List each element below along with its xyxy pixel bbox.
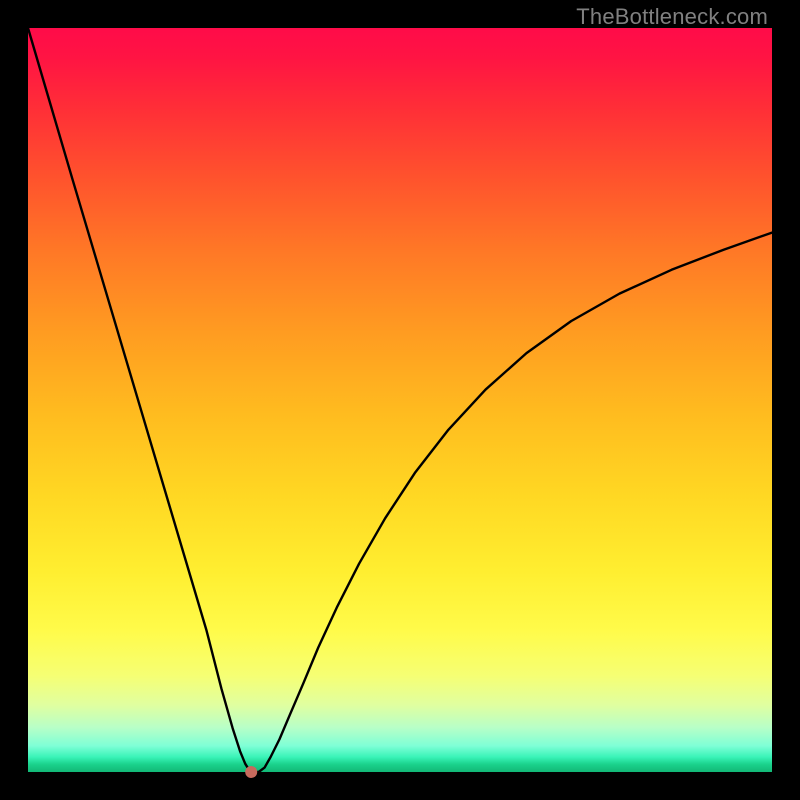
curve-overlay: [28, 28, 772, 772]
bottleneck-curve: [28, 28, 772, 772]
watermark-text: TheBottleneck.com: [576, 4, 768, 30]
chart-frame: TheBottleneck.com: [0, 0, 800, 800]
optimum-marker: [245, 766, 257, 778]
